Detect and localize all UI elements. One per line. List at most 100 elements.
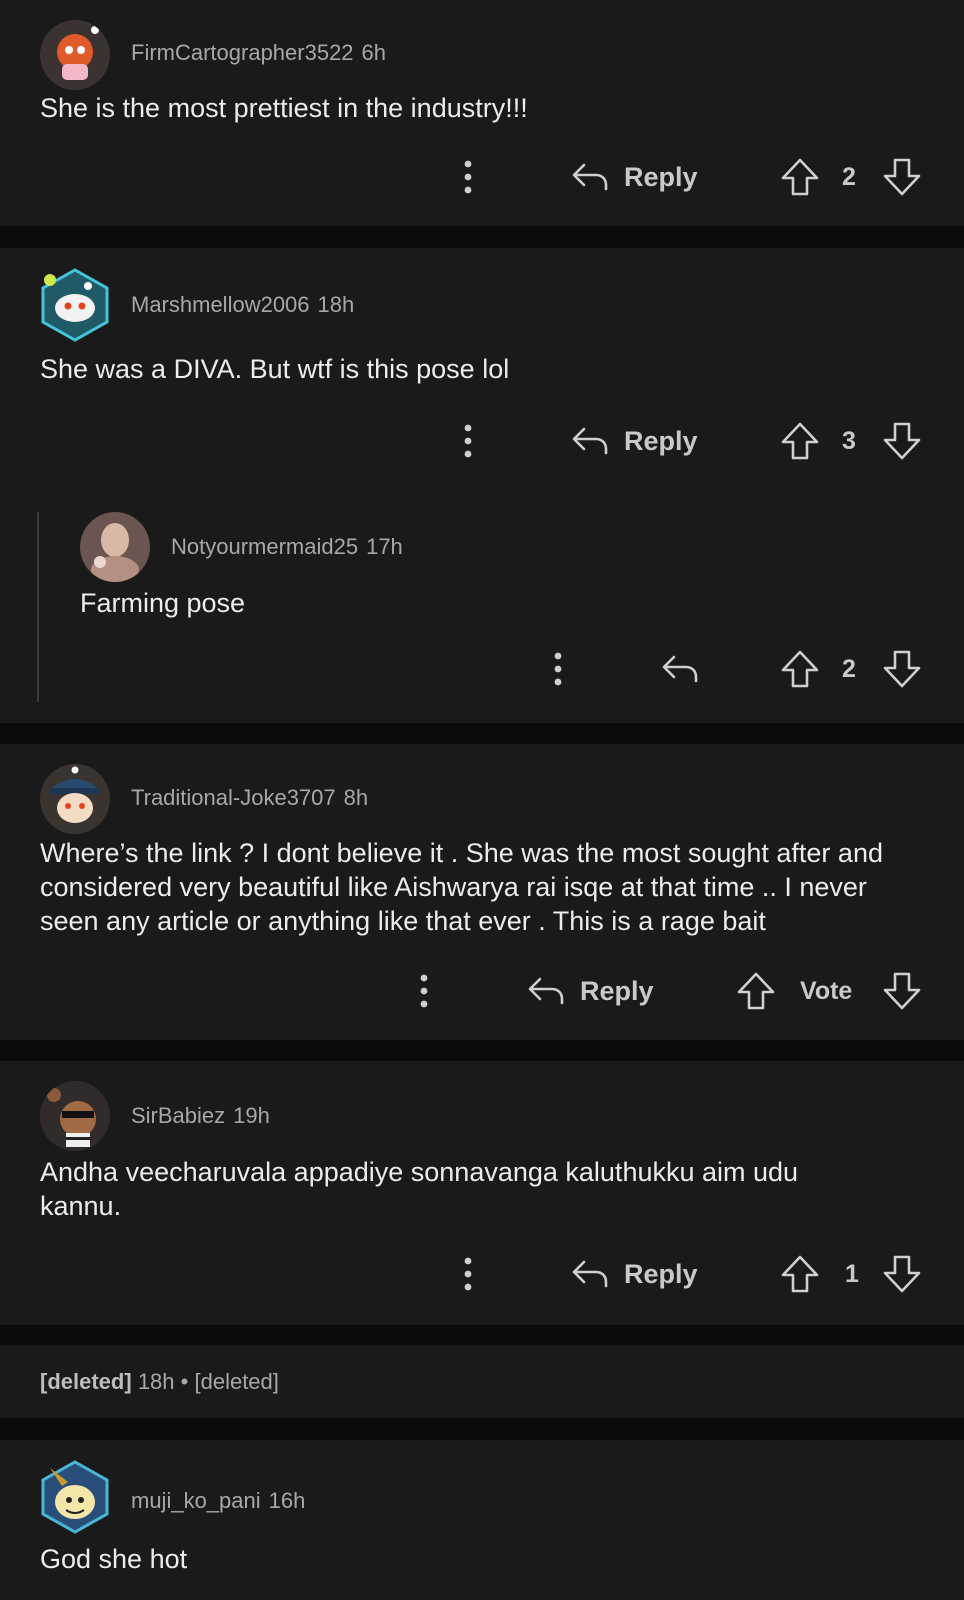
more-options-button[interactable]	[414, 966, 434, 1016]
deleted-comment-meta: [deleted] 18h • [deleted]	[40, 1369, 279, 1395]
comment-text: She was a DIVA. But wtf is this pose lol	[40, 354, 510, 384]
user-avatar[interactable]	[38, 268, 112, 342]
reply-button[interactable]: Reply	[570, 416, 698, 466]
comment-text-line: kannu.	[40, 1191, 122, 1221]
comment-author[interactable]: SirBabiez 19h	[131, 1103, 270, 1129]
user-avatar[interactable]	[40, 20, 110, 90]
vote-label-text: Vote	[800, 976, 853, 1005]
vote-count-value: 2	[842, 162, 856, 191]
reply-button[interactable]	[660, 644, 700, 694]
more-dots-icon	[464, 160, 472, 194]
more-dots-icon	[464, 1257, 472, 1291]
comment-text: God she hot	[40, 1544, 188, 1574]
comment-card: Marshmellow2006 18h She was a DIVA. But w…	[0, 248, 964, 723]
downvote-arrow-icon	[883, 158, 921, 196]
comment-text-line: Where’s the link ? I dont believe it . S…	[40, 838, 883, 868]
username[interactable]: FirmCartographer3522	[131, 40, 354, 65]
reply-icon	[572, 163, 608, 191]
comment-author[interactable]: muji_ko_pani 16h	[131, 1488, 305, 1514]
downvote-arrow-icon	[883, 1255, 921, 1293]
downvote-button[interactable]	[882, 1249, 922, 1299]
upvote-arrow-icon	[781, 650, 819, 688]
downvote-button[interactable]	[882, 644, 922, 694]
deleted-text: [deleted]	[194, 1369, 279, 1394]
comment-text: She is the most prettiest in the industr…	[40, 93, 528, 123]
reply-button[interactable]: Reply	[570, 152, 698, 202]
comment-age: 18h	[137, 1369, 175, 1394]
more-options-button[interactable]	[548, 644, 568, 694]
reply-label: Reply	[624, 161, 698, 192]
reply-icon	[528, 977, 564, 1005]
reply-label: Reply	[624, 425, 698, 456]
upvote-arrow-icon	[781, 158, 819, 196]
username[interactable]: muji_ko_pani	[131, 1488, 261, 1513]
username[interactable]: Notyourmermaid25	[171, 534, 358, 559]
upvote-button[interactable]	[780, 152, 820, 202]
reply-icon	[662, 655, 698, 683]
vote-count-value: 2	[842, 654, 856, 683]
username[interactable]: SirBabiez	[131, 1103, 225, 1128]
upvote-button[interactable]	[780, 644, 820, 694]
comment-age: 16h	[268, 1488, 306, 1513]
reply-icon	[572, 427, 608, 455]
downvote-button[interactable]	[882, 416, 922, 466]
downvote-arrow-icon	[883, 422, 921, 460]
comment-card: FirmCartographer3522 6h She is the most p…	[0, 0, 964, 226]
vote-count-value: 3	[842, 426, 856, 455]
comment-text: Andha veecharuvala appadiye sonnavanga k…	[40, 1155, 798, 1223]
vote-count: 2	[842, 152, 856, 202]
more-dots-icon	[464, 424, 472, 458]
reply-button[interactable]: Reply	[570, 1249, 698, 1299]
comment-card: muji_ko_pani 16h God she hot	[0, 1440, 964, 1600]
comment-author[interactable]: FirmCartographer3522 6h	[131, 40, 386, 66]
downvote-arrow-icon	[883, 972, 921, 1010]
downvote-button[interactable]	[882, 966, 922, 1016]
comment-card: SirBabiez 19h Andha veecharuvala appadiye…	[0, 1061, 964, 1325]
comment-text-line: seen any article or anything like that e…	[40, 906, 766, 936]
comment-text-line: Andha veecharuvala appadiye sonnavanga k…	[40, 1157, 799, 1187]
reply-icon	[572, 1260, 608, 1288]
downvote-arrow-icon	[883, 650, 921, 688]
comment-age: 19h	[233, 1103, 270, 1128]
upvote-button[interactable]	[780, 416, 820, 466]
comment-age: 18h	[317, 292, 355, 317]
user-avatar[interactable]	[80, 512, 150, 582]
username[interactable]: Traditional-Joke3707	[131, 785, 336, 810]
comment-card: Traditional-Joke3707 8h Where’s the link …	[0, 744, 964, 1040]
more-dots-icon	[420, 974, 428, 1008]
upvote-arrow-icon	[781, 1255, 819, 1293]
reply-label: Reply	[580, 975, 654, 1006]
vote-count: 1	[845, 1249, 859, 1299]
comment-age: 6h	[361, 40, 387, 65]
more-options-button[interactable]	[458, 152, 478, 202]
comment-age: 8h	[343, 785, 369, 810]
more-dots-icon	[554, 652, 562, 686]
vote-label: Vote	[800, 966, 852, 1016]
separator-dot: •	[180, 1369, 189, 1394]
deleted-comment-card[interactable]: [deleted] 18h • [deleted]	[0, 1345, 964, 1418]
comment-text: Farming pose	[80, 588, 246, 618]
more-options-button[interactable]	[458, 416, 478, 466]
upvote-arrow-icon	[737, 972, 775, 1010]
upvote-button[interactable]	[780, 1249, 820, 1299]
comment-author[interactable]: Marshmellow2006 18h	[131, 292, 354, 318]
upvote-arrow-icon	[781, 422, 819, 460]
comment-text: Where’s the link ? I dont believe it . S…	[40, 836, 883, 938]
comment-author[interactable]: Traditional-Joke3707 8h	[131, 785, 368, 811]
thread-line[interactable]	[37, 512, 39, 702]
upvote-button[interactable]	[736, 966, 776, 1016]
user-avatar[interactable]	[38, 1460, 112, 1534]
comment-author[interactable]: Notyourmermaid25 17h	[171, 534, 403, 560]
comment-age: 17h	[366, 534, 403, 559]
vote-count: 3	[842, 416, 856, 466]
user-avatar[interactable]	[40, 764, 110, 834]
username[interactable]: Marshmellow2006	[131, 292, 310, 317]
comment-text-line: considered very beautiful like Aishwarya…	[40, 872, 867, 902]
vote-count-value: 1	[845, 1259, 859, 1288]
user-avatar[interactable]	[40, 1081, 110, 1151]
reply-label: Reply	[624, 1258, 698, 1289]
reply-button[interactable]: Reply	[526, 966, 654, 1016]
downvote-button[interactable]	[882, 152, 922, 202]
more-options-button[interactable]	[458, 1249, 478, 1299]
vote-count: 2	[842, 644, 856, 694]
